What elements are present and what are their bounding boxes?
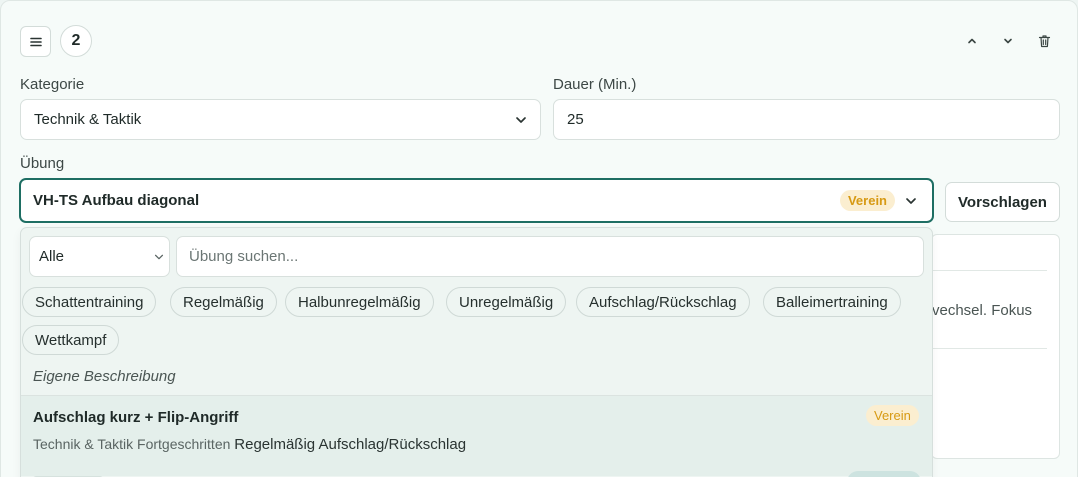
exercise-card: 2 Kategorie Technik & Taktik Dauer (Min.… — [0, 0, 1078, 477]
category-label: Kategorie — [20, 76, 85, 93]
search-placeholder: Übung suchen... — [189, 248, 299, 265]
exercise-option-badge: Verein — [866, 405, 919, 426]
exercise-option[interactable]: Aufschlag kurz + Flip-Angriff Verein Tec… — [21, 396, 932, 476]
delete-button[interactable] — [1034, 31, 1054, 51]
chip-regular[interactable]: Regelmäßig — [170, 287, 277, 317]
divider — [932, 348, 1047, 349]
chevron-down-icon — [1004, 38, 1012, 44]
exercise-select[interactable]: VH-TS Aufbau diagonal Verein — [19, 178, 934, 223]
exercise-search-input[interactable]: Übung suchen... — [176, 236, 924, 277]
chevron-up-icon — [968, 38, 976, 44]
exercise-label: Übung — [20, 155, 65, 172]
filter-value: Alle — [39, 248, 65, 265]
chip-irregular[interactable]: Unregelmäßig — [446, 287, 567, 317]
category-select[interactable]: Technik & Taktik — [20, 99, 541, 140]
exercise-option-meta: Technik & Taktik Fortgeschritten Regelmä… — [33, 436, 466, 453]
duration-label: Dauer (Min.) — [553, 76, 637, 93]
duration-value: 25 — [567, 111, 584, 128]
description-snippet: vechsel. Fokus — [932, 302, 1033, 319]
category-value: Technik & Taktik — [34, 111, 142, 128]
next-option-badge — [847, 471, 921, 477]
exercise-option-tags: Regelmäßig Aufschlag/Rückschlag — [234, 436, 467, 453]
custom-description-option[interactable]: Eigene Beschreibung — [33, 368, 176, 385]
chevron-down-icon — [154, 254, 164, 259]
chevron-down-icon — [516, 116, 526, 123]
drag-handle-button[interactable] — [20, 26, 51, 57]
exercise-option-category: Technik & Taktik — [33, 436, 134, 452]
exercise-details-panel: vechsel. Fokus — [931, 234, 1060, 459]
menu-icon — [29, 37, 42, 46]
duration-input[interactable]: 25 — [553, 99, 1060, 140]
chip-multiball[interactable]: Balleimertraining — [763, 287, 901, 317]
chevron-down-icon — [906, 197, 916, 204]
exercise-option-title: Aufschlag kurz + Flip-Angriff — [33, 409, 239, 426]
filter-select[interactable]: Alle — [29, 236, 170, 277]
move-down-button[interactable] — [998, 31, 1018, 51]
exercise-club-badge: Verein — [839, 190, 895, 211]
propose-button[interactable]: Vorschlagen — [945, 182, 1060, 222]
chip-shadow-training[interactable]: Schattentraining — [22, 287, 157, 317]
chip-serve-return[interactable]: Aufschlag/Rückschlag — [576, 287, 750, 317]
move-up-button[interactable] — [962, 31, 982, 51]
exercise-value: VH-TS Aufbau diagonal — [33, 192, 200, 209]
step-number-badge: 2 — [60, 25, 92, 57]
exercise-option-level: Fortgeschritten — [137, 436, 231, 452]
exercise-dropdown: Alle Übung suchen... Schattentraining Re… — [20, 227, 933, 477]
chip-semi-irregular[interactable]: Halbunregelmäßig — [285, 287, 434, 317]
trash-icon — [1038, 35, 1050, 48]
divider — [932, 270, 1047, 271]
chip-competition[interactable]: Wettkampf — [22, 325, 120, 355]
